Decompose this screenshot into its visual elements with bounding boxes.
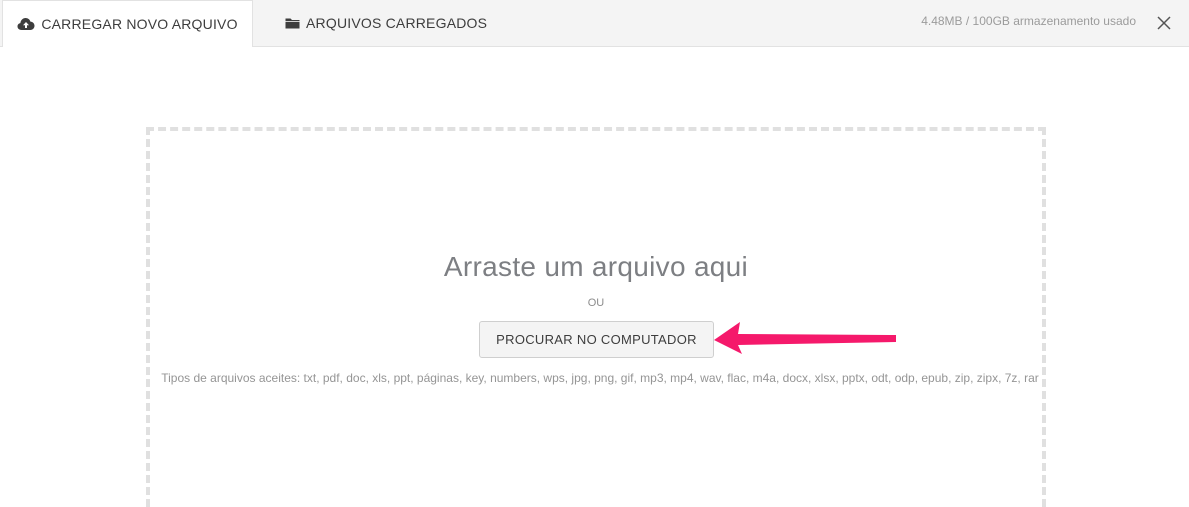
tab-upload-label: CARREGAR NOVO ARQUIVO [41, 16, 238, 32]
tab-uploaded-files[interactable]: ARQUIVOS CARREGADOS [285, 0, 487, 46]
or-separator: OU [587, 297, 605, 309]
folder-icon [285, 17, 300, 29]
drop-zone-title: Arraste um arquivo aqui [443, 251, 749, 282]
pointer-arrow-icon [714, 322, 896, 354]
browse-computer-button[interactable]: PROCURAR NO COMPUTADOR [479, 321, 714, 358]
cloud-upload-icon [17, 17, 35, 31]
tab-upload-new-file[interactable]: CARREGAR NOVO ARQUIVO [2, 0, 253, 47]
close-icon[interactable] [1153, 12, 1175, 34]
top-bar: CARREGAR NOVO ARQUIVO ARQUIVOS CARREGADO… [0, 0, 1189, 47]
accepted-file-types: Tipos de arquivos aceites: txt, pdf, doc… [161, 371, 1039, 385]
tab-uploaded-label: ARQUIVOS CARREGADOS [306, 15, 488, 31]
storage-usage-text: 4.48MB / 100GB armazenamento usado [921, 14, 1136, 28]
file-drop-zone[interactable]: Arraste um arquivo aqui OU PROCURAR NO C… [146, 127, 1046, 507]
